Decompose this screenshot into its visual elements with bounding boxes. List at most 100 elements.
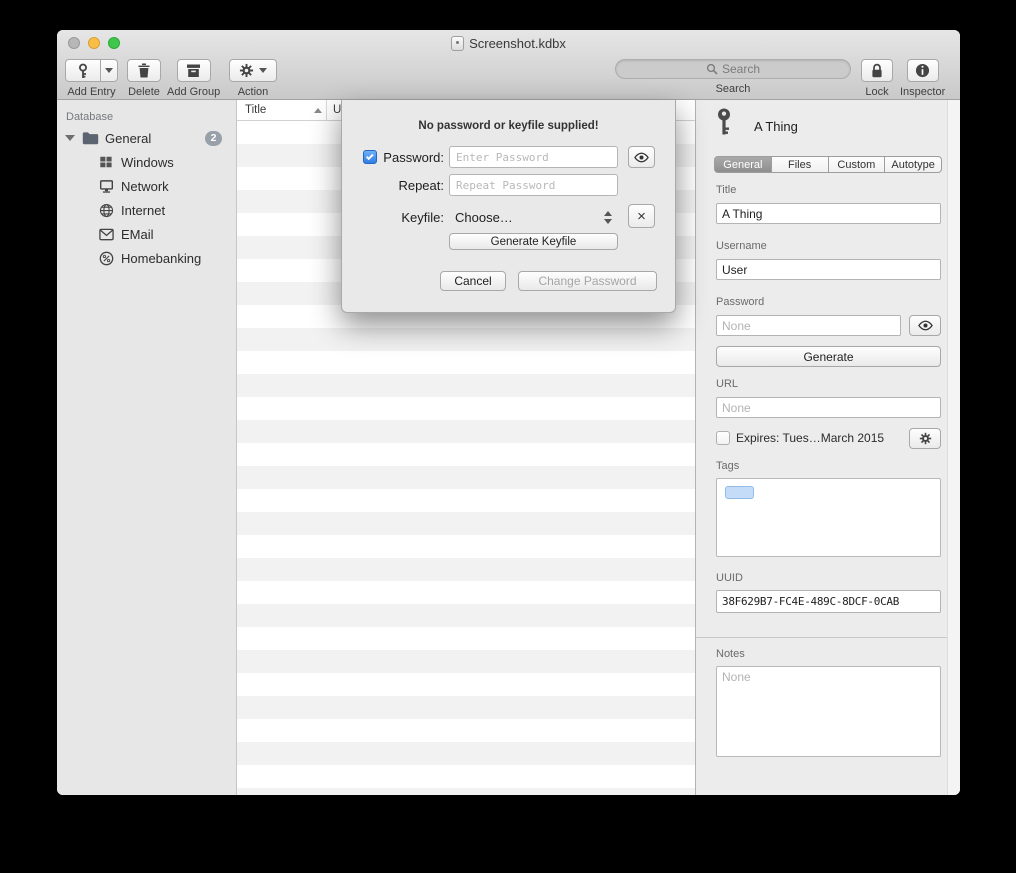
inspector-scrollbar[interactable] [947, 100, 960, 795]
add-entry-button[interactable] [65, 59, 101, 82]
key-icon [76, 63, 90, 79]
dialog-repeat-label: Repeat: [342, 178, 444, 193]
trash-icon [137, 63, 151, 78]
inspector-button[interactable] [907, 59, 939, 82]
eye-icon [633, 152, 650, 163]
username-field[interactable] [716, 259, 941, 280]
entry-count-badge: 2 [205, 131, 222, 146]
search-input[interactable]: Search [615, 59, 851, 79]
search-icon [706, 63, 718, 75]
search-label: Search [716, 83, 751, 95]
keyfile-select[interactable]: Choose… [449, 206, 618, 228]
delete-button[interactable] [127, 59, 161, 82]
sidebar-item-label: Windows [121, 155, 174, 170]
inspector-tabs: General Files Custom Autotype [714, 156, 942, 173]
eye-icon [917, 320, 934, 331]
expires-row: Expires: Tues…March 2015 [716, 431, 884, 445]
sidebar-item-homebanking[interactable]: Homebanking [57, 246, 236, 270]
sidebar-item-label: Homebanking [121, 251, 201, 266]
clear-keyfile-button[interactable]: × [628, 204, 655, 228]
dialog-reveal-password-button[interactable] [628, 146, 655, 168]
username-field-label: Username [716, 240, 767, 252]
password-field[interactable] [716, 315, 901, 336]
tab-autotype[interactable]: Autotype [885, 156, 942, 173]
group-box-icon [186, 63, 201, 78]
chevron-down-icon [105, 68, 113, 73]
sidebar-item-windows[interactable]: Windows [57, 150, 236, 174]
action-button[interactable] [229, 59, 277, 82]
url-field-label: URL [716, 378, 738, 390]
cancel-button[interactable]: Cancel [440, 271, 506, 291]
title-field[interactable] [716, 203, 941, 224]
keyfile-selected-value: Choose… [455, 210, 513, 225]
entry-title-heading: A Thing [754, 119, 798, 134]
tab-files[interactable]: Files [772, 156, 829, 173]
expires-settings-button[interactable] [909, 428, 941, 449]
generate-password-button[interactable]: Generate [716, 346, 941, 367]
dialog-keyfile-label: Keyfile: [342, 210, 444, 225]
search-placeholder: Search [722, 62, 760, 76]
tags-field[interactable] [716, 478, 941, 557]
email-icon [97, 228, 115, 241]
lock-icon [870, 63, 884, 78]
change-password-button[interactable]: Change Password [518, 271, 657, 291]
expires-checkbox[interactable] [716, 431, 730, 445]
sidebar-item-general[interactable]: General 2 [57, 126, 236, 150]
uuid-field[interactable] [716, 590, 941, 613]
disclosure-triangle-icon[interactable] [65, 135, 75, 141]
notes-field[interactable] [716, 666, 941, 757]
app-window: Screenshot.kdbx Add Entry [57, 30, 960, 795]
sidebar-item-internet[interactable]: Internet [57, 198, 236, 222]
dialog-password-label: Password: [342, 150, 444, 165]
add-group-group: Add Group [167, 59, 220, 98]
action-group: Action [229, 59, 277, 98]
delete-group: Delete [127, 59, 161, 98]
titlebar: Screenshot.kdbx [57, 30, 960, 56]
tag-chip[interactable] [725, 486, 754, 499]
window-chrome: Screenshot.kdbx Add Entry [57, 30, 960, 100]
delete-label: Delete [128, 86, 160, 98]
window-title: Screenshot.kdbx [469, 36, 566, 51]
tab-general[interactable]: General [714, 156, 772, 173]
sidebar: Database General 2 Windows [57, 100, 237, 795]
sidebar-item-label: General [105, 131, 151, 146]
info-icon [915, 63, 930, 78]
gear-icon [919, 432, 932, 445]
inspector-group: Inspector [900, 59, 945, 98]
lock-label: Lock [865, 86, 888, 98]
dialog-repeat-input[interactable] [449, 174, 618, 196]
generate-keyfile-button[interactable]: Generate Keyfile [449, 233, 618, 250]
popup-stepper-icon [604, 211, 612, 224]
column-header-title[interactable]: Title [237, 100, 327, 120]
entry-key-icon [716, 108, 732, 136]
lock-button[interactable] [861, 59, 893, 82]
add-group-button[interactable] [177, 59, 211, 82]
sort-ascending-icon [314, 108, 322, 113]
sidebar-item-label: Internet [121, 203, 165, 218]
sidebar-header: Database [57, 108, 236, 126]
document-icon [451, 36, 464, 51]
add-entry-dropdown[interactable] [101, 59, 118, 82]
lock-group: Lock [861, 59, 893, 98]
desktop-background: Screenshot.kdbx Add Entry [0, 0, 1016, 873]
sidebar-item-network[interactable]: Network [57, 174, 236, 198]
uuid-label: UUID [716, 572, 743, 584]
sidebar-item-label: EMail [121, 227, 154, 242]
windows-icon [97, 155, 115, 169]
sidebar-item-email[interactable]: EMail [57, 222, 236, 246]
network-icon [97, 179, 115, 194]
inspector-divider [696, 637, 947, 638]
add-entry-label: Add Entry [67, 86, 115, 98]
gear-icon [239, 63, 254, 78]
tags-label: Tags [716, 460, 739, 472]
tab-custom[interactable]: Custom [829, 156, 886, 173]
dialog-password-input[interactable] [449, 146, 618, 168]
add-entry-group: Add Entry [65, 59, 118, 98]
url-field[interactable] [716, 397, 941, 418]
search-group: Search Search [615, 59, 851, 95]
sidebar-item-label: Network [121, 179, 169, 194]
dialog-message: No password or keyfile supplied! [342, 120, 675, 132]
reveal-password-button[interactable] [909, 315, 941, 336]
inspector-label: Inspector [900, 86, 945, 98]
inspector-panel: A Thing General Files Custom Autotype Ti… [695, 100, 960, 795]
